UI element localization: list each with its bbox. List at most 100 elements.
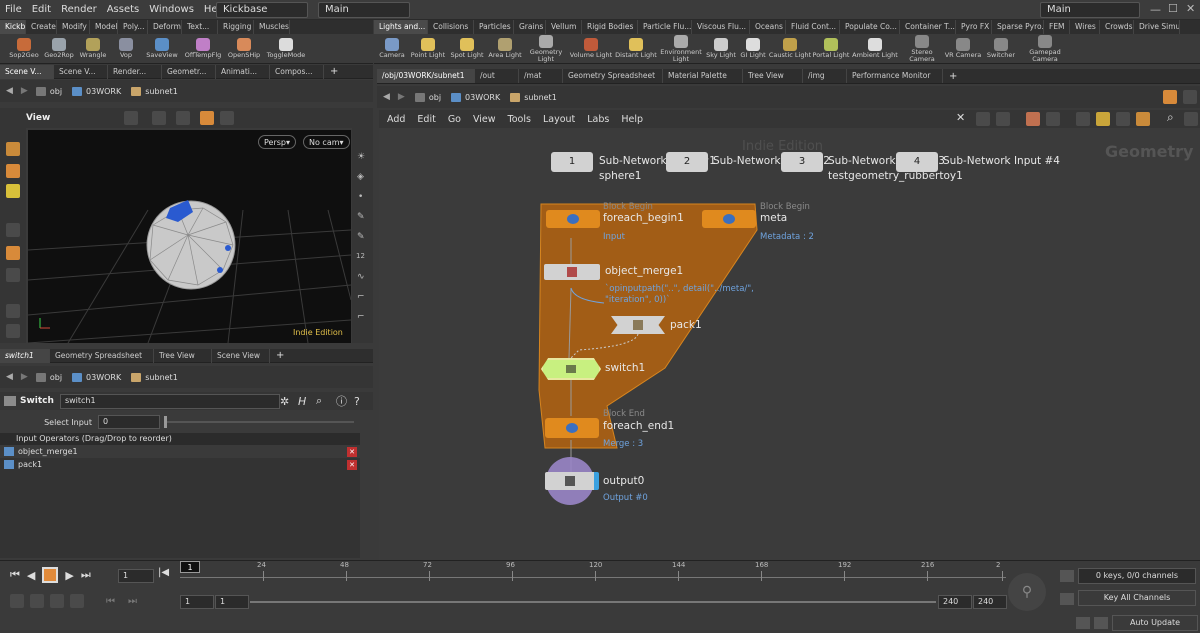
context-dropdown[interactable]: Main	[318, 2, 410, 18]
handle-icon[interactable]	[200, 111, 214, 125]
scene-viewport[interactable]: Persp ▾ No cam ▾ Indie Edition	[28, 130, 351, 343]
shelf-tab[interactable]: Oceans	[750, 20, 786, 34]
shelf-tab[interactable]: Particles	[474, 20, 514, 34]
edit-icon[interactable]: ✎	[357, 212, 365, 222]
shelf-tab[interactable]: Lights and...	[374, 20, 428, 34]
crumb-03work[interactable]: 03WORK	[72, 372, 121, 382]
menu-edit[interactable]: Edit	[27, 0, 56, 20]
close-icon[interactable]: ✕	[1186, 2, 1195, 15]
snap-icon[interactable]	[220, 111, 234, 125]
measure-icon[interactable]: ✎	[357, 232, 365, 242]
display-options-icon[interactable]	[1184, 112, 1198, 126]
end-frame-field[interactable]: 240	[938, 595, 972, 609]
settings-icon[interactable]	[70, 594, 84, 608]
maximize-icon[interactable]: ☐	[1168, 2, 1178, 15]
tool-right[interactable]: Ambient Light	[850, 38, 900, 59]
shelf-tab[interactable]: Poly...	[118, 20, 148, 34]
menu-windows[interactable]: Windows	[144, 0, 199, 20]
shelf-tab[interactable]: Muscles	[254, 20, 290, 34]
network-tab[interactable]: /mat	[519, 69, 563, 83]
network-tab[interactable]: Geometry Spreadsheet	[563, 69, 663, 83]
pane-tab[interactable]: Scene V...	[54, 64, 108, 79]
tool-right[interactable]: Geometry Light	[524, 34, 568, 63]
scale-icon[interactable]	[6, 184, 20, 198]
add-tab-icon[interactable]: +	[949, 71, 957, 82]
tool-right[interactable]: Distant Light	[614, 38, 658, 59]
key-wheel[interactable]: ⚲	[1008, 573, 1046, 611]
remove-icon[interactable]: ✕	[347, 446, 357, 457]
shelf-tab[interactable]: FEM	[1044, 20, 1070, 34]
tool-right[interactable]: Environment Light	[658, 34, 704, 63]
info-icon[interactable]: ⓘ	[336, 393, 347, 409]
pane-tab[interactable]: Scene View	[212, 348, 270, 363]
normal-icon[interactable]: ⌐	[357, 312, 365, 322]
step-back-icon[interactable]: |◀	[158, 567, 169, 578]
crumb-obj[interactable]: obj	[35, 86, 62, 96]
grid-snap-icon[interactable]: 12	[356, 252, 365, 260]
search-icon[interactable]: ⌕	[1167, 110, 1174, 125]
pose-icon[interactable]	[6, 142, 20, 156]
pane-tab[interactable]: Tree View	[154, 348, 212, 363]
subnet-input-2[interactable]: 2	[666, 152, 708, 172]
play-icon[interactable]: ▶	[65, 569, 73, 582]
tool-right[interactable]: Camera	[376, 38, 408, 59]
shelf-tab[interactable]: Rigging	[218, 20, 254, 34]
tool-offtempflg[interactable]: OffTempFlg	[182, 38, 224, 59]
snap-tool-icon[interactable]: ⌐	[357, 292, 365, 302]
pane-tab[interactable]: Compos...	[270, 64, 324, 79]
node-pack1[interactable]	[611, 316, 665, 334]
tool-right[interactable]: Volume Light	[568, 38, 614, 59]
shelf-tab[interactable]: Pyro FX	[956, 20, 992, 34]
menu-view[interactable]: View	[473, 114, 496, 125]
loop-icon[interactable]	[50, 594, 64, 608]
menu-render[interactable]: Render	[56, 0, 102, 20]
drag-icon[interactable]	[4, 447, 14, 456]
realtime-icon[interactable]	[10, 594, 24, 608]
menu-tools[interactable]: Tools	[508, 114, 531, 125]
tool-saveview[interactable]: SaveView	[142, 38, 182, 59]
shelf-tab[interactable]: Deform	[148, 20, 182, 34]
audio-icon[interactable]	[30, 594, 44, 608]
key-all-channels-button[interactable]: Key All Channels	[1078, 590, 1196, 606]
network-tab[interactable]: /img	[803, 69, 847, 83]
tool-right[interactable]: Spot Light	[448, 38, 486, 59]
lock-icon[interactable]	[6, 246, 20, 260]
camera-icon[interactable]	[6, 268, 20, 282]
shelf-tab[interactable]: Modify	[57, 20, 90, 34]
persp-menu[interactable]: Persp ▾	[258, 135, 297, 149]
tree-icon[interactable]	[996, 112, 1010, 126]
rotate-icon[interactable]	[176, 111, 190, 125]
link-icon[interactable]	[1183, 90, 1197, 104]
tool-geo2rop[interactable]: Geo2Rop	[42, 38, 76, 59]
crumb-subnet1[interactable]: subnet1	[510, 92, 557, 102]
tool-right[interactable]: Point Light	[408, 38, 448, 59]
tool-right[interactable]: Switcher	[982, 38, 1020, 59]
network-tab[interactable]: /obj/03WORK/subnet1	[377, 69, 475, 83]
node-meta[interactable]	[702, 210, 756, 228]
subnet-input-3[interactable]: 3	[781, 152, 823, 172]
pane-tab[interactable]: Animati...	[216, 64, 270, 79]
node-foreach-end1[interactable]	[545, 418, 599, 438]
network-tab[interactable]: Performance Monitor	[847, 69, 943, 83]
jump-end-icon[interactable]: ⏭	[81, 568, 91, 582]
end-frame2-field[interactable]: 240	[973, 595, 1007, 609]
remove-icon[interactable]: ✕	[347, 459, 357, 470]
tool-right[interactable]: VR Camera	[944, 38, 982, 59]
shelf-tab[interactable]: Drive Simu...	[1134, 20, 1180, 34]
node-foreach-begin1[interactable]	[546, 210, 600, 228]
menu-file[interactable]: File	[0, 0, 27, 20]
network-tab[interactable]: /out	[475, 69, 519, 83]
shelf-tab[interactable]: Fluid Cont...	[786, 20, 840, 34]
forward-icon[interactable]: ▶	[21, 86, 28, 96]
tool-right[interactable]: Sky Light	[704, 38, 738, 59]
start-frame2-field[interactable]: 1	[215, 595, 249, 609]
tool-right[interactable]: Portal Light	[812, 38, 850, 59]
menu-help[interactable]: Help	[621, 114, 643, 125]
back-icon[interactable]: ◀	[6, 372, 13, 382]
network-view[interactable]: Indie Edition Geometry 1 Sub-Network Inp…	[379, 128, 1200, 560]
palette-icon[interactable]	[1026, 112, 1040, 126]
dot-icon[interactable]: •	[358, 192, 363, 202]
forward-icon[interactable]: ▶	[21, 372, 28, 382]
gear-icon[interactable]: ✲	[280, 395, 289, 408]
menu-go[interactable]: Go	[448, 114, 461, 125]
